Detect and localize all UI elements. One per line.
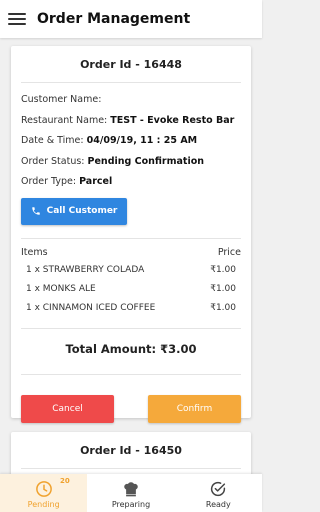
list-item: 1 x CINNAMON ICED COFFEE ₹1.00: [21, 303, 241, 322]
items-header-label: Items: [21, 246, 48, 258]
bottom-nav: 20 Pending Preparing Ready: [0, 474, 262, 512]
datetime-value: 04/09/19, 11 : 25 AM: [86, 135, 198, 146]
phone-icon: [31, 207, 40, 215]
call-customer-label: Call Customer: [46, 206, 118, 216]
tab-pending[interactable]: 20 Pending: [0, 474, 88, 512]
status-value: Pending Confirmation: [87, 155, 205, 167]
order-id: Order Id - 16448: [80, 58, 182, 71]
datetime-label: Date & Time:: [21, 135, 84, 146]
price-header-label: Price: [217, 246, 241, 258]
order-id: Order Id - 16450: [80, 444, 182, 457]
datetime-row: Date & Time: 04/09/19, 11 : 25 AM: [21, 135, 241, 156]
order-actions: Cancel Confirm: [11, 375, 251, 423]
item-name: 1 x STRAWBERRY COLADA: [26, 264, 145, 275]
tab-pending-label: Pending: [27, 500, 60, 509]
items-section: Items Price 1 x STRAWBERRY COLADA ₹1.00 …: [11, 239, 251, 322]
divider: [21, 468, 241, 469]
tab-ready[interactable]: Ready: [175, 474, 262, 512]
cancel-button[interactable]: Cancel: [21, 394, 114, 423]
confirm-button[interactable]: Confirm: [148, 394, 241, 423]
items-header: Items Price: [21, 239, 241, 265]
order-info: Customer Name: Restaurant Name: TEST - E…: [11, 83, 251, 225]
restaurant-row: Restaurant Name: TEST - Evoke Resto Bar: [21, 115, 241, 136]
chef-hat-icon: [124, 482, 138, 497]
page-title: Order Management: [37, 11, 191, 27]
list-item: 1 x MONKS ALE ₹1.00: [21, 284, 241, 303]
item-name: 1 x CINNAMON ICED COFFEE: [26, 302, 156, 313]
app-bar: Order Management: [0, 0, 262, 38]
list-item: 1 x STRAWBERRY COLADA ₹1.00: [21, 265, 241, 284]
restaurant-label: Restaurant Name:: [21, 114, 108, 126]
type-label: Order Type:: [21, 176, 77, 187]
call-customer-button[interactable]: Call Customer: [21, 197, 127, 225]
item-price: ₹1.00: [210, 283, 236, 294]
item-price: ₹1.00: [210, 302, 236, 313]
tab-preparing-label: Preparing: [111, 500, 151, 509]
customer-name-row: Customer Name:: [21, 94, 241, 115]
hamburger-icon[interactable]: [8, 12, 26, 26]
type-row: Order Type: Parcel: [21, 176, 241, 197]
restaurant-value: TEST - Evoke Resto Bar: [110, 114, 235, 126]
tab-ready-label: Ready: [205, 500, 231, 509]
customer-name-label: Customer Name:: [21, 94, 102, 105]
check-circle-icon: [211, 481, 226, 497]
pending-count-badge: 20: [60, 477, 70, 485]
clock-icon: [35, 481, 52, 497]
type-value: Parcel: [79, 176, 113, 187]
order-card: Order Id - 16448 Customer Name: Restaura…: [11, 46, 251, 423]
item-name: 1 x MONKS ALE: [26, 283, 96, 294]
status-label: Order Status:: [21, 155, 85, 167]
status-row: Order Status: Pending Confirmation: [21, 156, 241, 177]
item-price: ₹1.00: [210, 264, 236, 275]
total-amount: Total Amount: ₹3.00: [65, 341, 197, 356]
tab-preparing[interactable]: Preparing: [87, 474, 174, 512]
